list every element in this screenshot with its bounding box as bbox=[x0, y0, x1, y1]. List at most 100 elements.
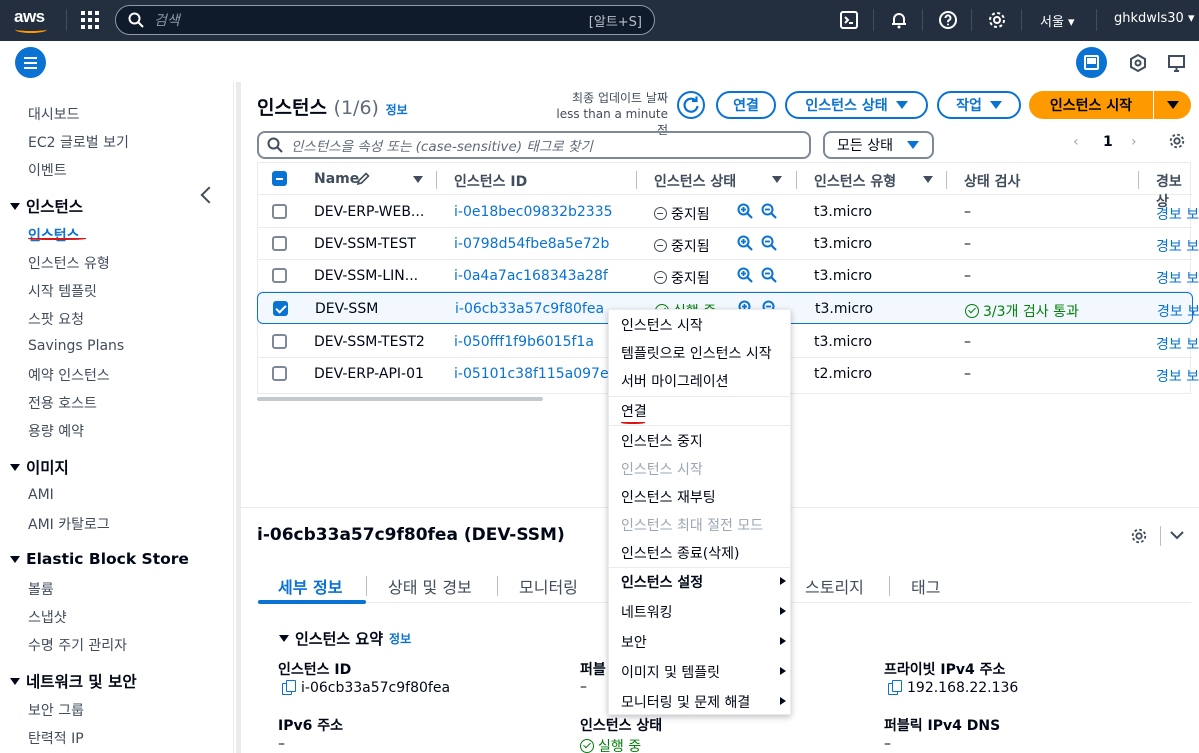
region-selector[interactable]: 서울 ▾ bbox=[1040, 11, 1075, 30]
tab-monitoring[interactable]: 모니터링 bbox=[519, 574, 578, 598]
zoom-in-icon[interactable] bbox=[737, 267, 753, 283]
zoom-out-icon[interactable] bbox=[761, 267, 777, 283]
sidebar-item-events[interactable]: 이벤트 bbox=[28, 160, 67, 180]
panel-divider[interactable] bbox=[236, 82, 241, 753]
next-page-chevron-icon[interactable]: › bbox=[1131, 134, 1137, 150]
instance-id-link[interactable]: i-0a4a7ac168343a28f bbox=[454, 268, 608, 284]
instance-id-link[interactable]: i-05101c38f115a097e bbox=[454, 366, 609, 382]
menu-item-launch-from-template[interactable]: 템플릿으로 인스턴스 시작 bbox=[621, 343, 772, 363]
column-header-instance-state[interactable]: 인스턴스 상태 bbox=[654, 171, 736, 191]
launch-instance-dropdown-button[interactable] bbox=[1154, 91, 1191, 119]
row-checkbox[interactable] bbox=[272, 334, 287, 349]
sidebar-item-savings-plans[interactable]: Savings Plans bbox=[28, 338, 124, 354]
sidebar-item-capacity-reservations[interactable]: 용량 예약 bbox=[28, 421, 84, 441]
instance-id-link[interactable]: i-06cb33a57c9f80fea bbox=[455, 301, 604, 317]
sidebar-item-launch-templates[interactable]: 시작 템플릿 bbox=[28, 281, 97, 301]
menu-item-terminate-instance[interactable]: 인스턴스 종료(삭제) bbox=[621, 543, 739, 563]
sidebar-section-images[interactable]: 이미지 bbox=[10, 456, 69, 478]
copy-icon[interactable] bbox=[282, 680, 296, 695]
menu-item-image-templates[interactable]: 이미지 및 템플릿 bbox=[621, 662, 720, 682]
sidebar-item-global-view[interactable]: EC2 글로벌 보기 bbox=[28, 132, 129, 152]
screen-settings-icon[interactable] bbox=[1167, 53, 1187, 73]
panel-layout-icon[interactable] bbox=[1076, 47, 1107, 78]
row-checkbox[interactable] bbox=[273, 301, 288, 316]
info-link[interactable]: 정보 bbox=[386, 103, 408, 117]
prev-page-chevron-icon[interactable]: ‹ bbox=[1073, 134, 1079, 150]
menu-item-server-migration[interactable]: 서버 마이그레이션 bbox=[621, 371, 729, 391]
zoom-in-icon[interactable] bbox=[737, 235, 753, 251]
tab-status-alarms[interactable]: 상태 및 경보 bbox=[388, 574, 472, 598]
table-settings-gear-icon[interactable] bbox=[1168, 132, 1186, 150]
table-row[interactable]: DEV-ERP-WEB... i-0e18bec09832b2335 중지됨 t… bbox=[258, 196, 1199, 228]
sidebar-item-reserved-instances[interactable]: 예약 인스턴스 bbox=[28, 365, 110, 385]
account-menu[interactable]: ghkdwls30 ▾ bbox=[1114, 11, 1195, 26]
sidebar-section-network-security[interactable]: 네트워크 및 보안 bbox=[10, 670, 137, 692]
split-panel-settings-gear-icon[interactable] bbox=[1130, 527, 1148, 545]
search-input[interactable]: 검색 [알트+S] bbox=[115, 5, 655, 35]
column-header-instance-id[interactable]: 인스턴스 ID bbox=[454, 171, 527, 191]
sidebar-item-security-groups[interactable]: 보안 그룹 bbox=[28, 700, 84, 720]
column-header-status-check[interactable]: 상태 검사 bbox=[964, 171, 1020, 191]
tab-tags[interactable]: 태그 bbox=[911, 574, 940, 598]
sidebar-item-ami-catalog[interactable]: AMI 카탈로그 bbox=[28, 514, 110, 534]
connect-button[interactable]: 연결 bbox=[716, 91, 776, 119]
sort-caret-icon[interactable] bbox=[923, 176, 933, 183]
table-row[interactable]: DEV-SSM-TEST i-0798d54fbe8a5e72b 중지됨 t3.… bbox=[258, 228, 1199, 260]
instance-filter-input[interactable]: 인스턴스을 속성 또는 (case-sensitive) 태그로 찾기 bbox=[257, 131, 811, 159]
cloudshell-icon[interactable] bbox=[839, 10, 859, 30]
zoom-out-icon[interactable] bbox=[761, 203, 777, 219]
menu-item-networking[interactable]: 네트워킹 bbox=[621, 602, 673, 622]
row-checkbox[interactable] bbox=[272, 268, 287, 283]
aws-logo[interactable]: aws bbox=[14, 7, 54, 35]
menu-item-instance-settings[interactable]: 인스턴스 설정 bbox=[621, 572, 703, 592]
column-header-name[interactable]: Name bbox=[314, 171, 359, 187]
sidebar-item-dedicated-hosts[interactable]: 전용 호스트 bbox=[28, 393, 97, 413]
help-icon[interactable] bbox=[938, 10, 958, 30]
instance-id-link[interactable]: i-0e18bec09832b2335 bbox=[454, 204, 613, 220]
sidebar-item-lifecycle-manager[interactable]: 수명 주기 관리자 bbox=[28, 635, 127, 655]
menu-item-connect[interactable]: 연결 bbox=[621, 401, 647, 421]
sidebar-section-instances[interactable]: 인스턴스 bbox=[10, 195, 83, 217]
sidebar-item-dashboard[interactable]: 대시보드 bbox=[28, 104, 80, 124]
collapse-chevron-down-icon[interactable] bbox=[1170, 530, 1184, 540]
row-checkbox[interactable] bbox=[272, 236, 287, 251]
side-nav-toggle-button[interactable] bbox=[15, 47, 46, 78]
menu-item-security[interactable]: 보안 bbox=[621, 632, 647, 652]
tab-storage[interactable]: 스토리지 bbox=[805, 574, 864, 598]
sidebar-item-volumes[interactable]: 볼륨 bbox=[28, 579, 54, 599]
menu-item-stop-instance[interactable]: 인스턴스 중지 bbox=[621, 431, 703, 451]
refresh-button[interactable] bbox=[677, 91, 705, 119]
tab-details[interactable]: 세부 정보 bbox=[278, 574, 342, 598]
sidebar-item-instance-types[interactable]: 인스턴스 유형 bbox=[28, 253, 110, 273]
instance-summary-header[interactable]: 인스턴스 요약 정보 bbox=[279, 628, 411, 649]
menu-item-start-instance[interactable]: 인스턴스 시작 bbox=[621, 315, 703, 335]
instance-state-button[interactable]: 인스턴스 상태 bbox=[785, 91, 928, 119]
launch-instance-button[interactable]: 인스턴스 시작 bbox=[1029, 91, 1153, 119]
copy-icon[interactable] bbox=[888, 680, 902, 695]
collapse-sidebar-chevron-icon[interactable] bbox=[200, 186, 218, 204]
sidebar-section-ebs[interactable]: Elastic Block Store bbox=[10, 550, 189, 568]
state-filter-select[interactable]: 모든 상태 bbox=[823, 131, 934, 159]
row-checkbox[interactable] bbox=[272, 204, 287, 219]
zoom-out-icon[interactable] bbox=[761, 235, 777, 251]
sort-caret-icon[interactable] bbox=[772, 176, 782, 183]
sidebar-item-ami[interactable]: AMI bbox=[28, 487, 54, 503]
sidebar-item-elastic-ip[interactable]: 탄력적 IP bbox=[28, 728, 84, 748]
settings-gear-icon[interactable] bbox=[987, 10, 1007, 30]
page-number[interactable]: 1 bbox=[1103, 134, 1113, 150]
info-link[interactable]: 정보 bbox=[389, 630, 411, 647]
instance-id-link[interactable]: i-050fff1f9b6015f1a bbox=[454, 334, 594, 350]
sidebar-item-spot-requests[interactable]: 스팟 요청 bbox=[28, 309, 84, 329]
sidebar-item-instances[interactable]: 인스턴스 bbox=[28, 225, 80, 245]
table-horizontal-scrollbar[interactable] bbox=[257, 397, 543, 401]
row-checkbox[interactable] bbox=[272, 366, 287, 381]
table-row[interactable]: DEV-SSM-LIN... i-0a4a7ac168343a28f 중지됨 t… bbox=[258, 260, 1199, 292]
instance-id-link[interactable]: i-0798d54fbe8a5e72b bbox=[454, 236, 609, 252]
services-grid-icon[interactable] bbox=[81, 11, 99, 29]
notifications-bell-icon[interactable] bbox=[889, 10, 909, 30]
sidebar-item-snapshots[interactable]: 스냅샷 bbox=[28, 607, 67, 627]
menu-item-reboot-instance[interactable]: 인스턴스 재부팅 bbox=[621, 487, 716, 507]
security-hexagon-icon[interactable] bbox=[1128, 53, 1148, 73]
actions-button[interactable]: 작업 bbox=[937, 91, 1021, 119]
zoom-in-icon[interactable] bbox=[737, 203, 753, 219]
